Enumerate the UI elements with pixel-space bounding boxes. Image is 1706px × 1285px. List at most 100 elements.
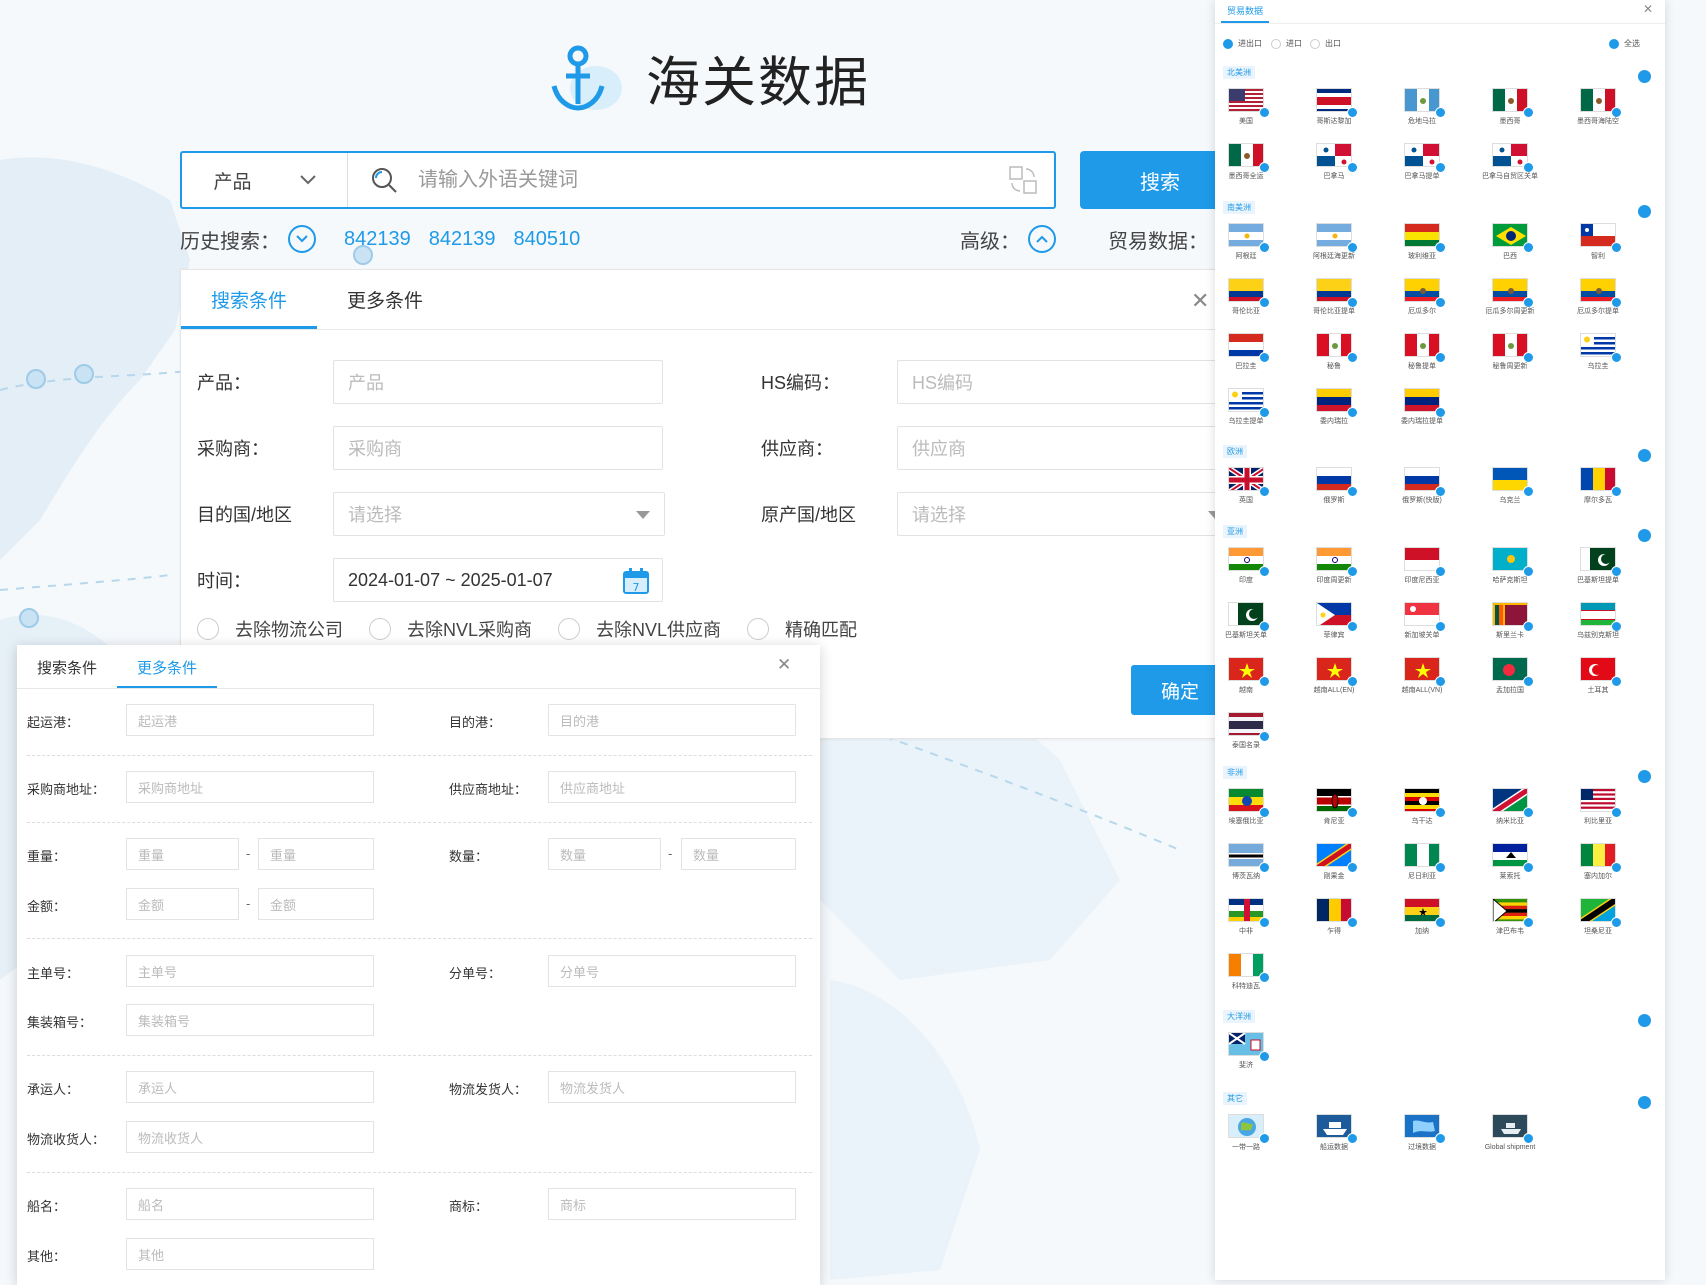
radio[interactable] xyxy=(558,618,581,640)
range-dash: - xyxy=(668,846,673,861)
more-conditions-panel: 搜索条件 更多条件 ✕ 起运港： 起运港 目的港： 目的港 采购商地址： 采购商… xyxy=(17,645,820,1285)
flag-icon xyxy=(1492,602,1528,626)
tab-search-conditions[interactable]: 搜索条件 xyxy=(181,286,318,329)
country-name: 哥伦比亚提单 xyxy=(1313,308,1355,315)
history-item[interactable]: 840510 xyxy=(514,228,581,251)
country-name: 墨西哥全运 xyxy=(1228,173,1264,180)
other-input[interactable]: 其他 xyxy=(126,1238,374,1270)
region-select-all-checkbox[interactable] xyxy=(1638,770,1651,783)
container-number-input[interactable]: 集装箱号 xyxy=(126,1004,374,1036)
supplier-address-input[interactable]: 供应商地址 xyxy=(548,771,796,803)
weight-min-input[interactable]: 重量 xyxy=(126,838,239,870)
region-select-all-checkbox[interactable] xyxy=(1638,529,1651,542)
region-select-all-checkbox[interactable] xyxy=(1638,70,1651,83)
buyer-address-input[interactable]: 采购商地址 xyxy=(126,771,374,803)
flag-icon xyxy=(1228,843,1264,867)
country-name: 乌拉圭提单 xyxy=(1228,418,1264,425)
departure-port-input[interactable]: 起运港 xyxy=(126,704,374,736)
country-name: 斐济 xyxy=(1239,1062,1253,1069)
radio[interactable] xyxy=(369,618,391,640)
flag-icon xyxy=(1316,467,1352,491)
quantity-max-input[interactable]: 数量 xyxy=(681,838,796,870)
radio[interactable] xyxy=(197,618,219,640)
close-icon[interactable]: ✕ xyxy=(1643,2,1653,16)
radio[interactable] xyxy=(1271,38,1281,49)
tab-trade-data[interactable]: 贸易数据 xyxy=(1221,4,1270,23)
master-bill-input[interactable]: 主单号 xyxy=(126,955,374,987)
close-icon[interactable]: ✕ xyxy=(777,655,791,675)
flag-icon xyxy=(1492,223,1528,247)
select-all[interactable]: 全选 xyxy=(1609,38,1640,49)
select-all-label: 全选 xyxy=(1624,39,1640,48)
radio[interactable] xyxy=(747,618,770,640)
destination-select[interactable]: 请选择 xyxy=(333,492,665,536)
weight-max-input[interactable]: 重量 xyxy=(258,838,374,870)
vessel-name-input[interactable]: 船名 xyxy=(126,1188,374,1220)
option-import-export[interactable]: 进出口 xyxy=(1223,38,1262,49)
close-icon[interactable]: ✕ xyxy=(1191,288,1209,314)
trademark-input[interactable]: 商标 xyxy=(548,1188,796,1220)
option-import[interactable]: 进口 xyxy=(1271,38,1302,49)
chevron-down-icon xyxy=(296,235,308,243)
country-name: Global shipment xyxy=(1484,1144,1536,1151)
flag-icon xyxy=(1492,143,1528,167)
calendar-icon[interactable]: 7 xyxy=(622,567,650,595)
field-label: 物流收货人： xyxy=(27,1132,106,1147)
origin-select[interactable]: 请选择 xyxy=(897,492,1237,536)
carrier-input[interactable]: 承运人 xyxy=(126,1071,374,1103)
amount-max-input[interactable]: 金额 xyxy=(258,888,374,920)
translate-icon[interactable] xyxy=(1008,165,1038,195)
divider xyxy=(27,755,812,756)
flag-icon xyxy=(1316,333,1352,357)
history-item[interactable]: 842139 xyxy=(429,228,496,251)
range-dash: - xyxy=(246,846,251,861)
date-range-input[interactable]: 2024-01-07 ~ 2025-01-07 7 xyxy=(333,558,663,602)
buyer-input[interactable]: 采购商 xyxy=(333,426,663,470)
radio-checked[interactable] xyxy=(1223,38,1233,49)
radio[interactable] xyxy=(1310,38,1320,49)
product-input[interactable]: 产品 xyxy=(333,360,663,404)
country-name: 俄罗斯(快版) xyxy=(1402,497,1442,504)
region-select-all-checkbox[interactable] xyxy=(1638,1096,1651,1109)
option-exclude-logistics[interactable]: 去除物流公司 xyxy=(197,616,343,642)
flag-icon xyxy=(1492,88,1528,112)
divider xyxy=(27,822,812,823)
region-select-all-checkbox[interactable] xyxy=(1638,1014,1651,1027)
flag-icon xyxy=(1228,953,1264,977)
amount-min-input[interactable]: 金额 xyxy=(126,888,239,920)
tab-search-conditions[interactable]: 搜索条件 xyxy=(17,657,117,688)
svg-text:7: 7 xyxy=(633,581,640,594)
country-name: 船运数据 xyxy=(1320,1144,1348,1151)
checkbox-checked[interactable] xyxy=(1609,38,1619,49)
quantity-min-input[interactable]: 数量 xyxy=(548,838,661,870)
house-bill-input[interactable]: 分单号 xyxy=(548,955,796,987)
field-label: 目的港： xyxy=(449,715,502,730)
destination-port-input[interactable]: 目的港 xyxy=(548,704,796,736)
option-exact-match[interactable]: 精确匹配 xyxy=(747,616,857,642)
country-name: 菲律宾 xyxy=(1323,632,1345,639)
region-select-all-checkbox[interactable] xyxy=(1638,205,1651,218)
advanced-toggle[interactable] xyxy=(1028,225,1056,253)
region-label: 非洲 xyxy=(1223,766,1247,779)
range-dash: - xyxy=(246,896,251,911)
field-label: 金额： xyxy=(27,899,67,914)
logistics-shipper-input[interactable]: 物流发货人 xyxy=(548,1071,796,1103)
flag-icon xyxy=(1404,1114,1440,1138)
tab-more-conditions[interactable]: 更多条件 xyxy=(317,286,453,329)
country-name: 津巴布韦 xyxy=(1496,928,1524,935)
logistics-consignee-input[interactable]: 物流收货人 xyxy=(126,1121,374,1153)
flag-icon xyxy=(1492,788,1528,812)
product-select[interactable]: 产品 xyxy=(182,153,348,207)
history-toggle[interactable] xyxy=(288,225,316,253)
history-item[interactable]: 842139 xyxy=(344,228,411,251)
tab-more-conditions[interactable]: 更多条件 xyxy=(117,657,218,688)
region-select-all-checkbox[interactable] xyxy=(1638,449,1651,462)
search-input[interactable] xyxy=(418,168,1008,192)
hs-code-input[interactable]: HS编码 xyxy=(897,360,1237,404)
option-exclude-nvl-supplier[interactable]: 去除NVL供应商 xyxy=(558,616,721,642)
supplier-input[interactable]: 供应商 xyxy=(897,426,1237,470)
panel-tabs: 贸易数据 ✕ xyxy=(1215,0,1665,24)
option-export[interactable]: 出口 xyxy=(1310,38,1341,49)
region-label: 其它 xyxy=(1223,1092,1247,1105)
option-exclude-nvl-buyer[interactable]: 去除NVL采购商 xyxy=(369,616,532,642)
